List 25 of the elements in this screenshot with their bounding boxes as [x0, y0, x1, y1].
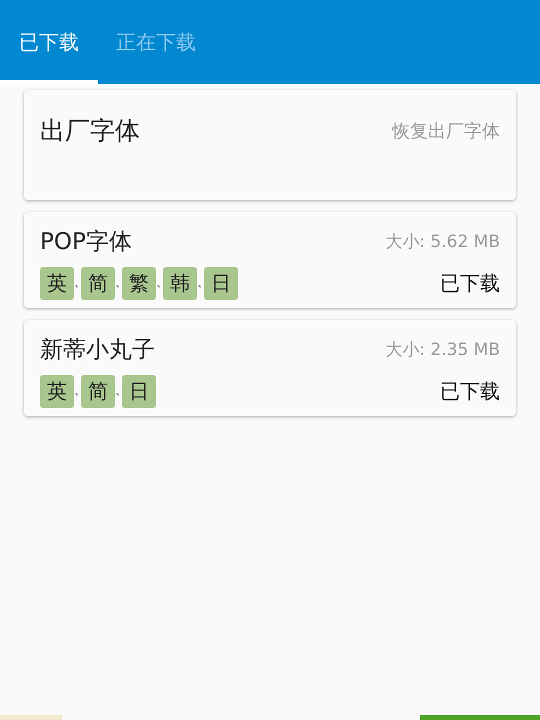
separator: 、 [115, 276, 122, 288]
language-tag: 英 [40, 267, 74, 300]
download-status: 已下载 [440, 378, 500, 405]
language-tag: 韩 [163, 267, 197, 300]
separator: 、 [74, 276, 81, 288]
tab[interactable]: 已下载 [0, 4, 98, 84]
separator: 、 [115, 384, 122, 396]
language-tag: 英 [40, 375, 74, 408]
font-name: POP字体 [40, 228, 132, 257]
language-tag: 日 [122, 375, 156, 408]
font-card[interactable]: 新蒂小丸子 大小: 2.35 MB 英 、简 、日 已下载 [24, 320, 516, 416]
language-tag: 简 [81, 267, 115, 300]
separator: 、 [74, 384, 81, 396]
font-name: 新蒂小丸子 [40, 336, 155, 365]
language-tag: 简 [81, 375, 115, 408]
download-status: 已下载 [440, 270, 500, 297]
separator: 、 [156, 276, 163, 288]
file-size: 大小: 5.62 MB [385, 231, 500, 253]
language-tag: 日 [204, 267, 238, 300]
language-tag: 繁 [122, 267, 156, 300]
file-size: 大小: 2.35 MB [385, 339, 500, 361]
font-name: 出厂字体 [40, 115, 140, 147]
separator: 、 [197, 276, 204, 288]
font-card[interactable]: 出厂字体 恢复出厂字体 [24, 90, 516, 200]
font-card[interactable]: POP字体 大小: 5.62 MB 英 、简 、繁 、韩 、日 已下载 [24, 212, 516, 308]
